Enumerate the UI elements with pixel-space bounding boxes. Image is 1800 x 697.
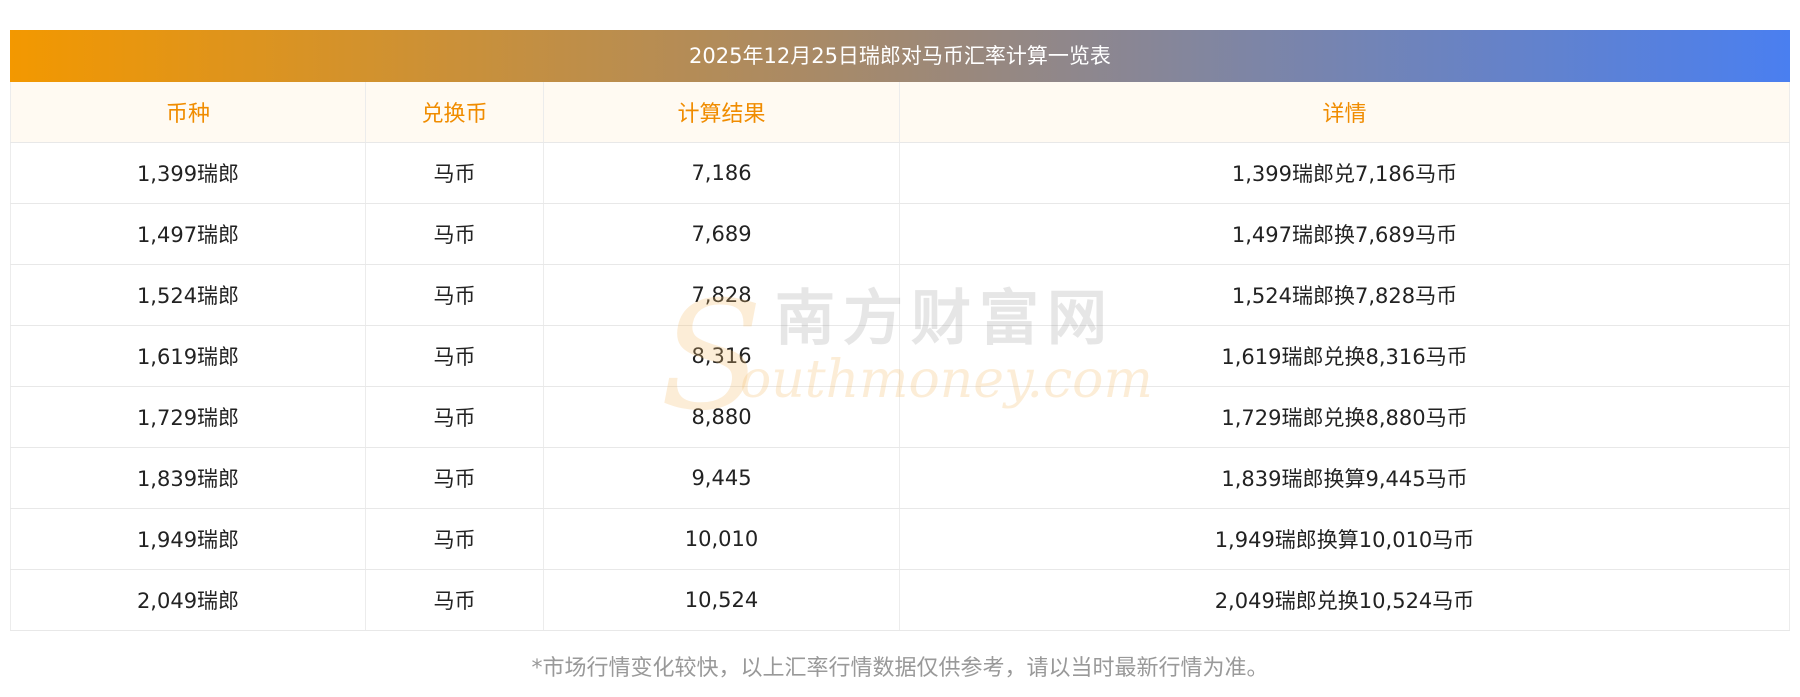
cell-result: 10,010 <box>543 508 900 570</box>
table-title: 2025年12月25日瑞郎对马币汇率计算一览表 <box>10 30 1790 82</box>
cell-currency: 1,399瑞郎 <box>10 142 366 204</box>
cell-result: 8,880 <box>543 386 900 448</box>
cell-currency: 1,949瑞郎 <box>10 508 366 570</box>
header-details: 详情 <box>899 82 1790 143</box>
cell-target-currency: 马币 <box>365 447 544 509</box>
table-header-row: 币种 兑换币 计算结果 详情 <box>10 82 1790 143</box>
rate-table: 币种 兑换币 计算结果 详情 1,399瑞郎 马币 7,186 1,399瑞郎兑… <box>10 82 1790 631</box>
cell-target-currency: 马币 <box>365 386 544 448</box>
header-result: 计算结果 <box>543 82 900 143</box>
cell-currency: 2,049瑞郎 <box>10 569 366 631</box>
cell-result: 7,828 <box>543 264 900 326</box>
cell-details: 1,729瑞郎兑换8,880马币 <box>899 386 1790 448</box>
cell-details: 1,619瑞郎兑换8,316马币 <box>899 325 1790 387</box>
cell-details: 1,949瑞郎换算10,010马币 <box>899 508 1790 570</box>
table-row: 2,049瑞郎 马币 10,524 2,049瑞郎兑换10,524马币 <box>10 569 1790 631</box>
table-row: 1,729瑞郎 马币 8,880 1,729瑞郎兑换8,880马币 <box>10 386 1790 448</box>
cell-details: 2,049瑞郎兑换10,524马币 <box>899 569 1790 631</box>
cell-target-currency: 马币 <box>365 203 544 265</box>
cell-currency: 1,839瑞郎 <box>10 447 366 509</box>
cell-details: 1,524瑞郎换7,828马币 <box>899 264 1790 326</box>
cell-target-currency: 马币 <box>365 508 544 570</box>
cell-currency: 1,729瑞郎 <box>10 386 366 448</box>
cell-target-currency: 马币 <box>365 264 544 326</box>
cell-target-currency: 马币 <box>365 142 544 204</box>
cell-currency: 1,524瑞郎 <box>10 264 366 326</box>
cell-target-currency: 马币 <box>365 569 544 631</box>
cell-result: 7,186 <box>543 142 900 204</box>
cell-target-currency: 马币 <box>365 325 544 387</box>
table-row: 1,619瑞郎 马币 8,316 1,619瑞郎兑换8,316马币 <box>10 325 1790 387</box>
disclaimer-note: *市场行情变化较快，以上汇率行情数据仅供参考，请以当时最新行情为准。 <box>531 656 1269 681</box>
table-row: 1,524瑞郎 马币 7,828 1,524瑞郎换7,828马币 <box>10 264 1790 326</box>
cell-currency: 1,619瑞郎 <box>10 325 366 387</box>
header-target-currency: 兑换币 <box>365 82 544 143</box>
header-currency: 币种 <box>10 82 366 143</box>
cell-details: 1,497瑞郎换7,689马币 <box>899 203 1790 265</box>
cell-result: 10,524 <box>543 569 900 631</box>
table-row: 1,949瑞郎 马币 10,010 1,949瑞郎换算10,010马币 <box>10 508 1790 570</box>
table-row: 1,399瑞郎 马币 7,186 1,399瑞郎兑7,186马币 <box>10 142 1790 204</box>
table-row: 1,839瑞郎 马币 9,445 1,839瑞郎换算9,445马币 <box>10 447 1790 509</box>
cell-currency: 1,497瑞郎 <box>10 203 366 265</box>
cell-details: 1,839瑞郎换算9,445马币 <box>899 447 1790 509</box>
cell-result: 7,689 <box>543 203 900 265</box>
rate-table-container: 2025年12月25日瑞郎对马币汇率计算一览表 币种 兑换币 计算结果 详情 1… <box>10 30 1790 631</box>
cell-details: 1,399瑞郎兑7,186马币 <box>899 142 1790 204</box>
table-row: 1,497瑞郎 马币 7,689 1,497瑞郎换7,689马币 <box>10 203 1790 265</box>
cell-result: 9,445 <box>543 447 900 509</box>
cell-result: 8,316 <box>543 325 900 387</box>
